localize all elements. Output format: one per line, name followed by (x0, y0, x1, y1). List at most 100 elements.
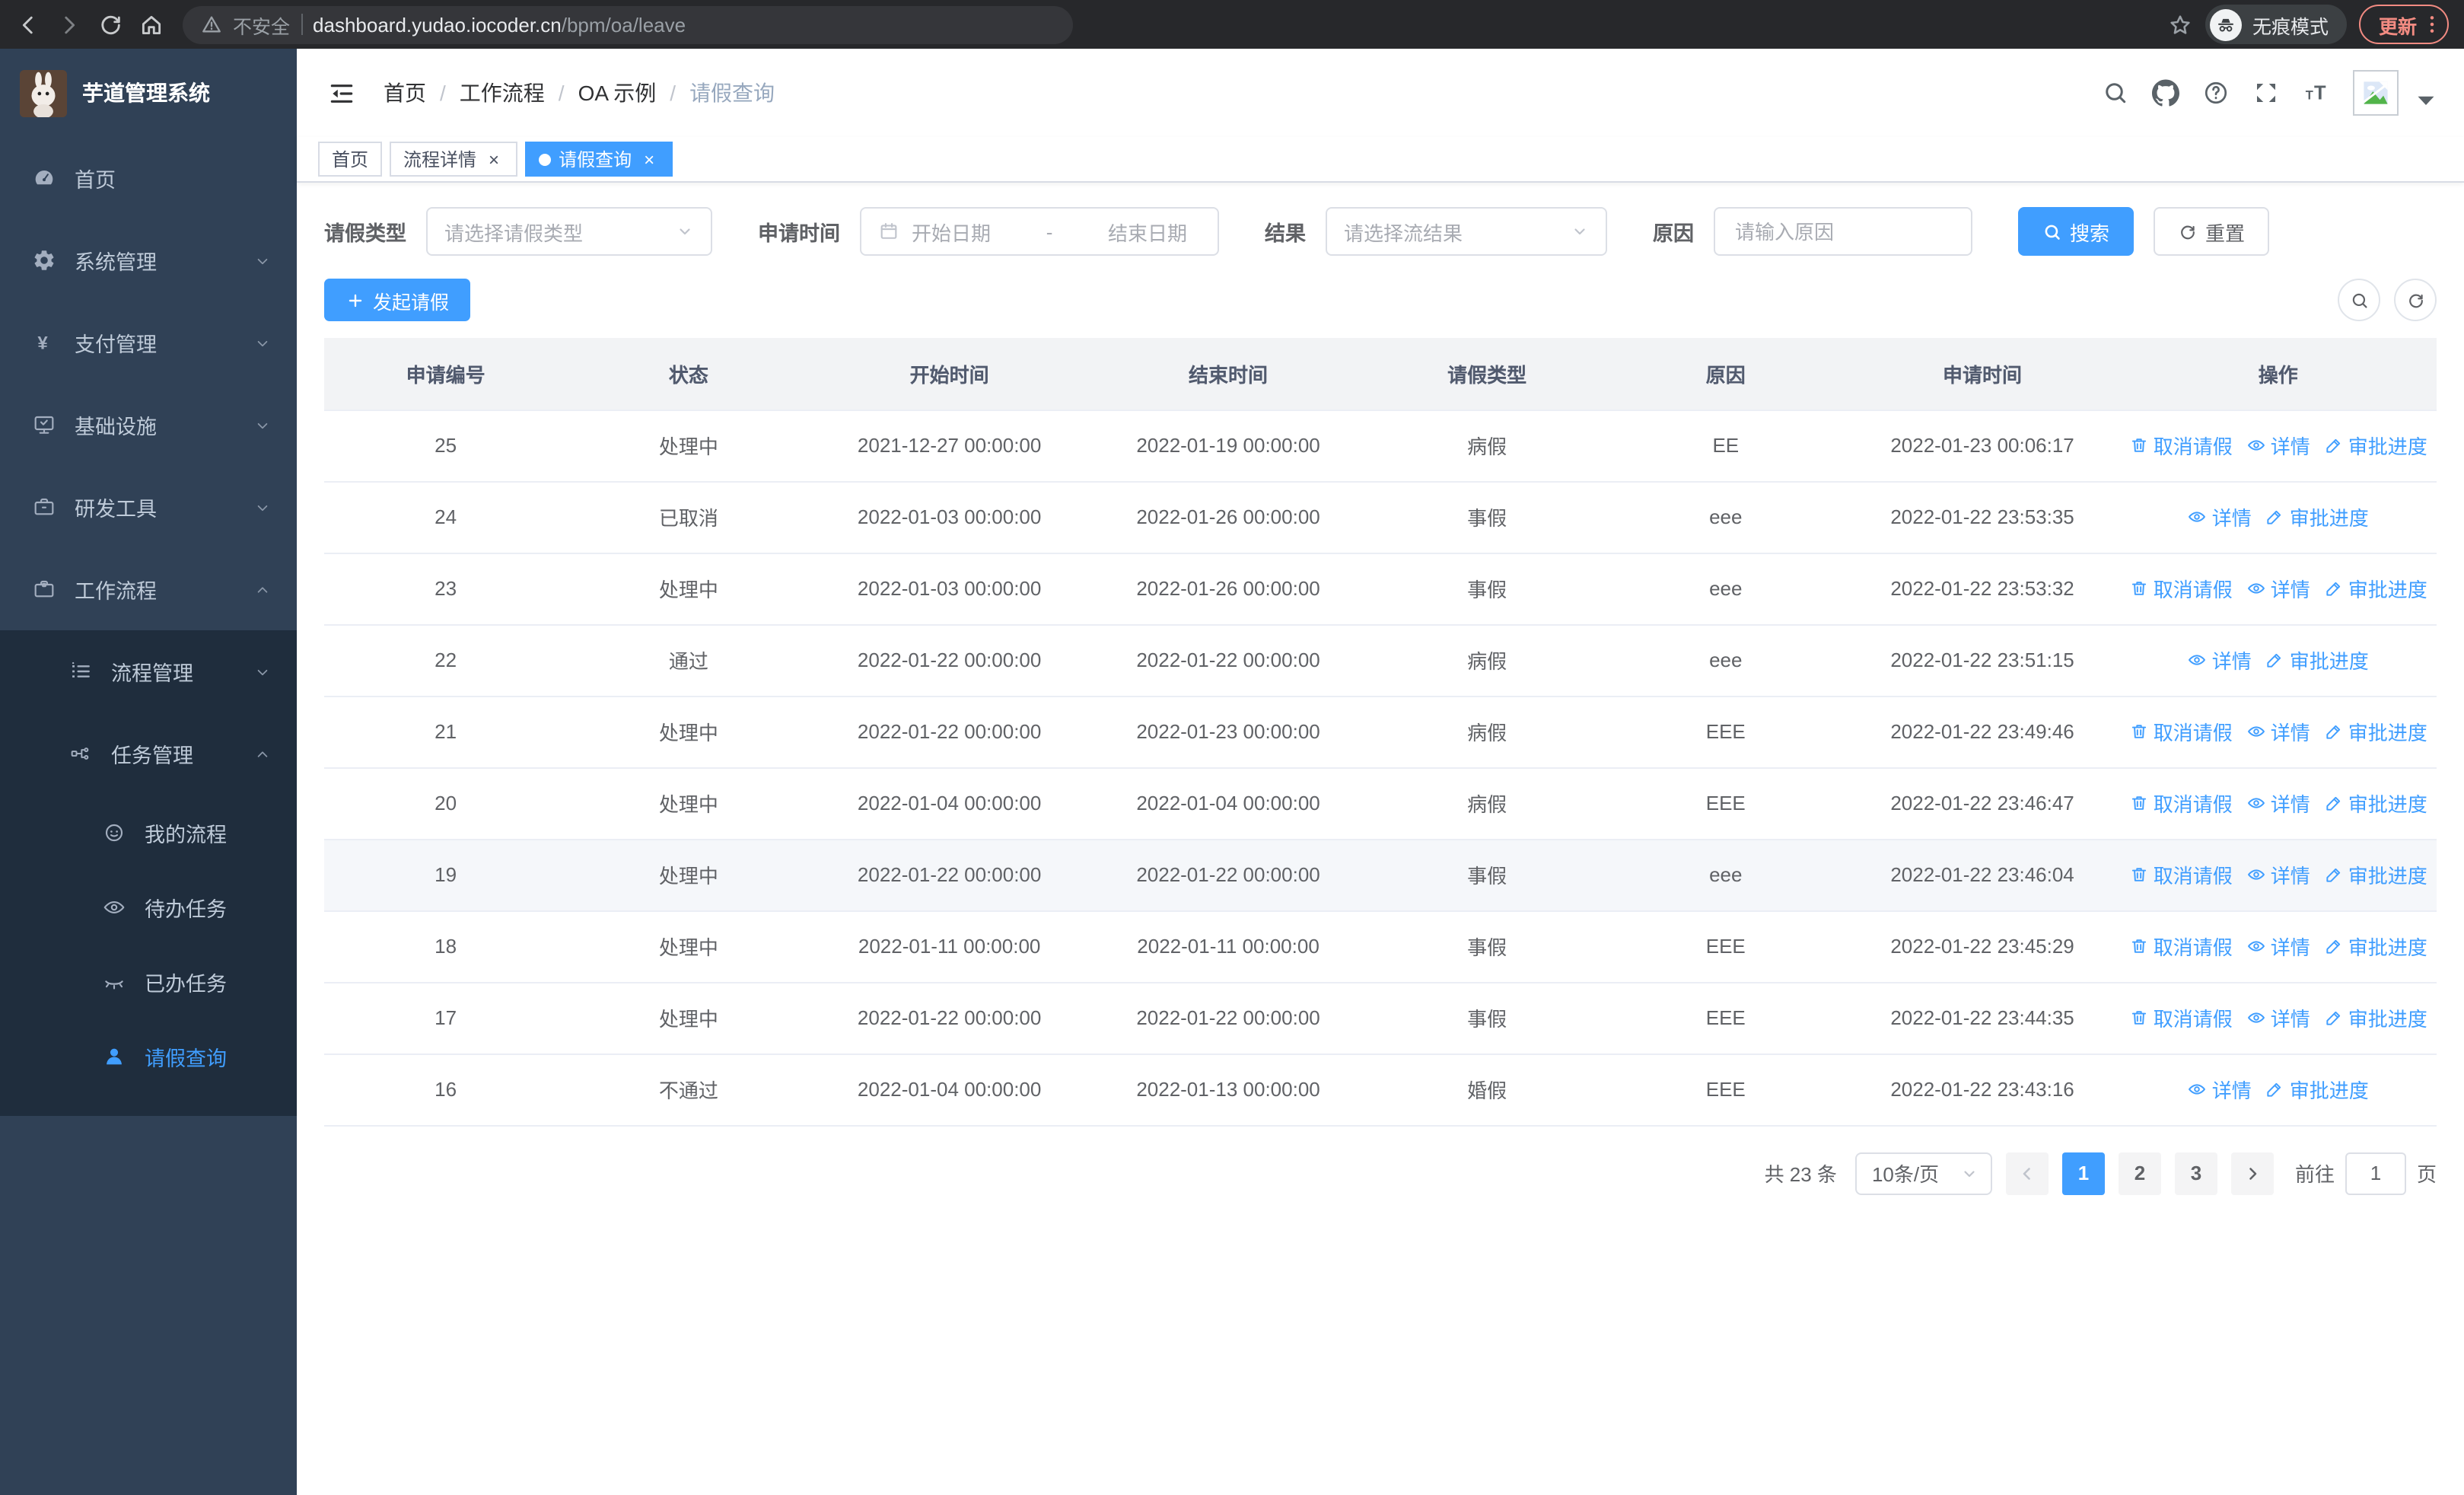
sidebar: 芋道管理系统 首页 系统管理 ¥ 支付管理 基础设施 研发工具 工作流程 流程管理 任务管理 我的… (0, 49, 297, 1495)
sidebar-item-11[interactable]: 已办任务 (0, 944, 297, 1018)
page-button-1[interactable]: 1 (2061, 1152, 2105, 1194)
action-progress-link[interactable]: 审批进度 (2324, 860, 2427, 889)
apply-time-range-picker[interactable]: 开始日期 - 结束日期 (860, 207, 1219, 256)
action-label: 取消请假 (2153, 722, 2233, 744)
page-button-2[interactable]: 2 (2118, 1152, 2161, 1194)
svg-text:T: T (2306, 88, 2313, 102)
breadcrumb-item-2[interactable]: 工作流程 (460, 78, 545, 108)
action-cancel-link[interactable]: 取消请假 (2129, 789, 2233, 818)
action-detail-link[interactable]: 详情 (2246, 717, 2310, 746)
action-cancel-link[interactable]: 取消请假 (2129, 717, 2233, 746)
view-icon (2246, 936, 2266, 956)
action-detail-link[interactable]: 详情 (2246, 860, 2310, 889)
font-size-icon[interactable]: TT (2303, 79, 2330, 107)
create-leave-button[interactable]: 发起请假 (324, 279, 471, 321)
action-cancel-link[interactable]: 取消请假 (2129, 574, 2233, 603)
sidebar-item-1[interactable]: 首页 (0, 137, 297, 219)
breadcrumb-item-3[interactable]: OA 示例 (578, 78, 657, 108)
action-detail-link[interactable]: 详情 (2188, 1075, 2252, 1104)
action-detail-link[interactable]: 详情 (2246, 789, 2310, 818)
action-detail-link[interactable]: 详情 (2246, 932, 2310, 961)
home-icon[interactable] (138, 11, 164, 37)
sidebar-item-label: 任务管理 (111, 744, 193, 767)
action-detail-link[interactable]: 详情 (2188, 502, 2252, 531)
fullscreen-icon[interactable] (2252, 79, 2280, 107)
sidebar-item-5[interactable]: 研发工具 (0, 466, 297, 548)
sidebar-item-7[interactable]: 流程管理 (0, 630, 297, 712)
action-cancel-link[interactable]: 取消请假 (2129, 860, 2233, 889)
cell-actions: 详情 审批进度 (2119, 1054, 2437, 1126)
search-icon[interactable] (2102, 79, 2129, 107)
goto-page-input[interactable] (2345, 1152, 2406, 1194)
monitor-icon (32, 413, 56, 437)
bookmark-star-icon[interactable] (2167, 11, 2193, 37)
prev-page-button[interactable] (2005, 1152, 2049, 1194)
tab-3[interactable]: 请假查询 × (525, 142, 673, 177)
action-label: 详情 (2270, 936, 2310, 959)
refresh-table-button[interactable] (2394, 279, 2437, 321)
chevron-down-icon (253, 661, 272, 681)
reload-icon[interactable] (97, 11, 123, 37)
sidebar-item-2[interactable]: 系统管理 (0, 219, 297, 301)
action-label: 取消请假 (2153, 936, 2233, 959)
forward-icon[interactable] (56, 11, 82, 37)
browser-update-button[interactable]: 更新 (2358, 5, 2449, 44)
search-button[interactable]: 搜索 (2018, 207, 2135, 256)
sidebar-item-label: 基础设施 (75, 416, 157, 438)
action-progress-link[interactable]: 审批进度 (2324, 1003, 2427, 1032)
action-progress-link[interactable]: 审批进度 (2324, 717, 2427, 746)
pen-icon (2324, 435, 2344, 455)
back-icon[interactable] (15, 11, 41, 37)
action-progress-link[interactable]: 审批进度 (2265, 645, 2369, 674)
page-size-select[interactable]: 10条/页 (1854, 1152, 1992, 1194)
sidebar-item-label: 工作流程 (75, 580, 157, 603)
column-header-8: 操作 (2119, 338, 2437, 410)
tab-close-icon[interactable]: × (484, 148, 504, 170)
help-icon[interactable] (2202, 79, 2230, 107)
reason-input[interactable] (1732, 218, 1954, 244)
show-search-icon-button[interactable] (2338, 279, 2380, 321)
action-progress-link[interactable]: 审批进度 (2324, 574, 2427, 603)
sidebar-item-4[interactable]: 基础设施 (0, 384, 297, 466)
action-label: 取消请假 (2153, 435, 2233, 458)
page-button-3[interactable]: 3 (2174, 1152, 2217, 1194)
sidebar-item-8[interactable]: 任务管理 (0, 712, 297, 795)
reason-input-wrap (1714, 207, 1972, 256)
sidebar-item-10[interactable]: 待办任务 (0, 869, 297, 944)
tab-1[interactable]: 首页 (318, 142, 383, 177)
sidebar-item-6[interactable]: 工作流程 (0, 548, 297, 630)
total-count: 共 23 条 (1764, 1163, 1837, 1186)
action-cancel-link[interactable]: 取消请假 (2129, 1003, 2233, 1032)
sidebar-fold-icon[interactable] (327, 78, 356, 107)
result-select[interactable]: 请选择流结果 (1326, 207, 1607, 256)
action-progress-link[interactable]: 审批进度 (2324, 431, 2427, 460)
action-detail-link[interactable]: 详情 (2246, 431, 2310, 460)
address-bar[interactable]: 不安全 dashboard.yudao.iocoder.cn/bpm/oa/le… (183, 5, 1073, 43)
top-bar: 首页 / 工作流程 / OA 示例 / 请假查询 TT (297, 49, 2464, 137)
sidebar-item-9[interactable]: 我的流程 (0, 795, 297, 869)
avatar-caret-down-icon[interactable] (2412, 87, 2440, 114)
leave-type-select[interactable]: 请选择请假类型 (426, 207, 712, 256)
breadcrumb-item-1[interactable]: 首页 (384, 78, 426, 108)
action-cancel-link[interactable]: 取消请假 (2129, 431, 2233, 460)
action-progress-link[interactable]: 审批进度 (2324, 932, 2427, 961)
action-cancel-link[interactable]: 取消请假 (2129, 932, 2233, 961)
security-warning-icon[interactable] (201, 14, 222, 35)
table-row-19: 19 处理中 2022-01-22 00:00:00 2022-01-22 00:00… (324, 839, 2437, 911)
action-progress-link[interactable]: 审批进度 (2265, 502, 2369, 531)
sidebar-item-3[interactable]: ¥ 支付管理 (0, 301, 297, 384)
github-icon[interactable] (2152, 79, 2179, 107)
sidebar-item-12[interactable]: 请假查询 (0, 1018, 297, 1093)
next-page-button[interactable] (2230, 1152, 2274, 1194)
action-detail-link[interactable]: 详情 (2246, 574, 2310, 603)
action-progress-link[interactable]: 审批进度 (2324, 789, 2427, 818)
tab-close-icon[interactable]: × (639, 148, 659, 170)
cell-status: 已取消 (567, 481, 810, 553)
browser-menu-dots-icon[interactable] (2420, 12, 2444, 37)
action-detail-link[interactable]: 详情 (2188, 645, 2252, 674)
user-avatar[interactable] (2353, 70, 2399, 116)
tab-2[interactable]: 流程详情 × (390, 142, 518, 177)
reset-button[interactable]: 重置 (2154, 207, 2270, 256)
action-progress-link[interactable]: 审批进度 (2265, 1075, 2369, 1104)
action-detail-link[interactable]: 详情 (2246, 1003, 2310, 1032)
